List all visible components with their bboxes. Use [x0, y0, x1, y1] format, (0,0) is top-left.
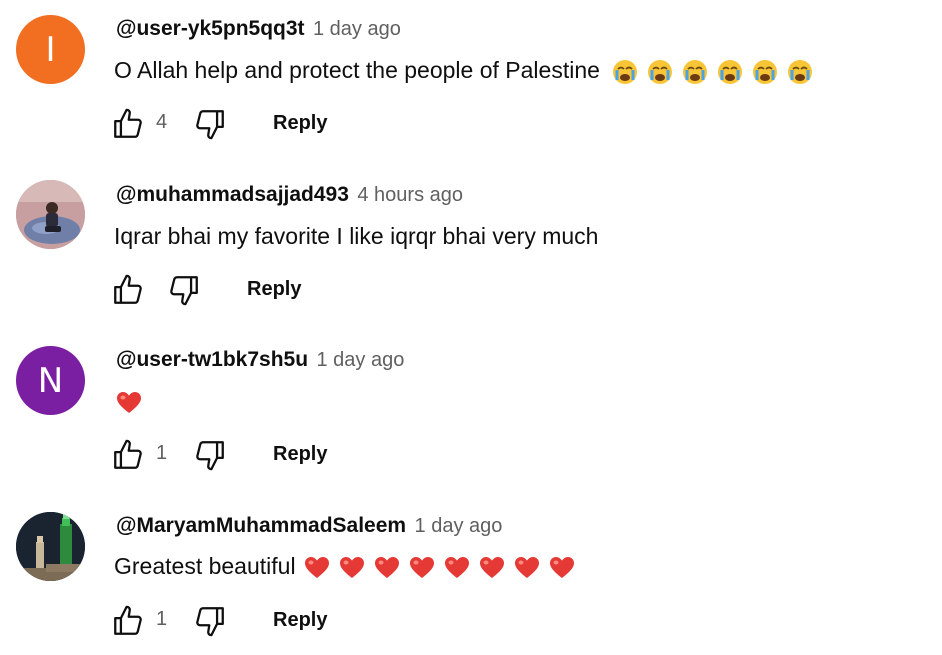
like-button[interactable] [110, 603, 146, 639]
dislike-button[interactable] [166, 272, 202, 308]
comment-author[interactable]: @MaryamMuhammadSaleem [116, 514, 406, 537]
like-button[interactable] [110, 272, 146, 308]
avatar-letter: N [37, 360, 64, 401]
avatar[interactable]: N [16, 346, 85, 415]
comment-timestamp[interactable]: 1 day ago [317, 349, 405, 371]
reply-button[interactable]: Reply [247, 278, 301, 301]
comment-text [114, 388, 142, 416]
dislike-button[interactable] [192, 106, 228, 142]
crying-face-icon [753, 59, 778, 84]
comment-text: Iqrar bhai my favorite I like iqrqr bhai… [114, 223, 598, 250]
crying-face-icon [683, 59, 708, 84]
avatar-letter: I [45, 29, 56, 70]
comment-text-content: Iqrar bhai my favorite I like iqrqr bhai… [114, 223, 599, 249]
dislike-button[interactable] [192, 437, 228, 473]
thumbs-down-icon [196, 441, 224, 471]
red-heart-icon [304, 556, 329, 578]
reply-button[interactable]: Reply [273, 112, 327, 135]
comment-timestamp[interactable]: 1 day ago [415, 515, 503, 537]
avatar[interactable]: I [16, 15, 85, 84]
avatar[interactable] [16, 512, 85, 581]
comment-text-content: Greatest beautiful [114, 553, 296, 579]
comment-timestamp[interactable]: 4 hours ago [357, 184, 463, 206]
red-heart-icon [549, 556, 574, 578]
thumbs-up-icon [114, 274, 142, 304]
comment-text-content: O Allah help and protect the people of P… [114, 57, 600, 83]
thumbs-up-icon [114, 439, 142, 469]
thumbs-up-icon [114, 605, 142, 635]
emoji-group [304, 555, 575, 581]
comment-author[interactable]: @user-tw1bk7sh5u [116, 348, 308, 371]
crying-face-icon [613, 59, 638, 84]
emoji-group [612, 59, 813, 85]
like-count: 1 [156, 442, 168, 464]
crying-face-icon [718, 59, 743, 84]
red-heart-icon [409, 556, 434, 578]
thumbs-up-icon [114, 108, 142, 138]
thumbs-down-icon [196, 607, 224, 637]
red-heart-icon [444, 556, 469, 578]
thumbs-down-icon [170, 276, 198, 306]
comment-author[interactable]: @user-yk5pn5qq3t [116, 17, 305, 40]
comment-header: @MaryamMuhammadSaleem 1 day ago [116, 514, 502, 538]
reply-button[interactable]: Reply [273, 443, 327, 466]
reply-button[interactable]: Reply [273, 609, 327, 632]
like-count: 4 [156, 111, 168, 133]
like-count: 1 [156, 608, 168, 630]
comment-author[interactable]: @muhammadsajjad493 [116, 183, 349, 206]
dislike-button[interactable] [192, 603, 228, 639]
avatar-photo [16, 512, 85, 581]
crying-face-icon [788, 59, 813, 84]
red-heart-icon [479, 556, 504, 578]
comment-text: Greatest beautiful [114, 553, 575, 581]
red-heart-icon [339, 556, 364, 578]
comment-timestamp[interactable]: 1 day ago [313, 18, 401, 40]
emoji-group [116, 390, 142, 416]
comment-text: O Allah help and protect the people of P… [114, 57, 813, 85]
avatar-photo [16, 180, 85, 249]
comment-header: @user-yk5pn5qq3t 1 day ago [116, 17, 401, 41]
comment-header: @user-tw1bk7sh5u 1 day ago [116, 348, 404, 372]
thumbs-down-icon [196, 110, 224, 140]
like-button[interactable] [110, 437, 146, 473]
red-heart-icon [514, 556, 539, 578]
crying-face-icon [648, 59, 673, 84]
like-button[interactable] [110, 106, 146, 142]
red-heart-icon [117, 391, 141, 413]
comment-header: @muhammadsajjad493 4 hours ago [116, 183, 463, 207]
red-heart-icon [374, 556, 399, 578]
avatar[interactable] [16, 180, 85, 249]
